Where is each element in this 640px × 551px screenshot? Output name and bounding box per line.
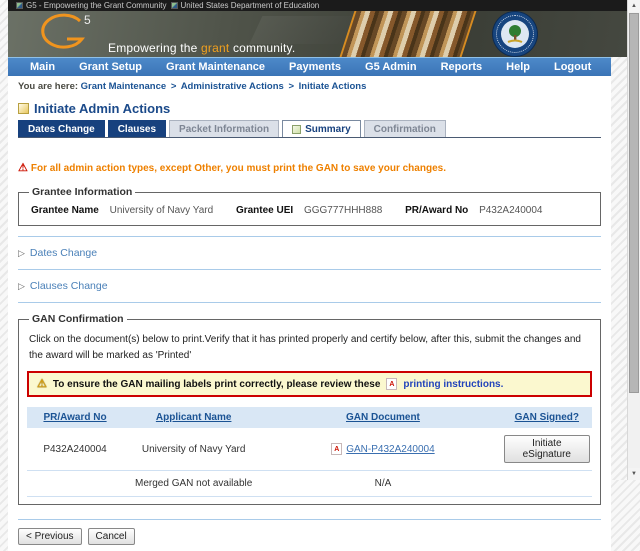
cell-award-no bbox=[27, 470, 124, 497]
cell-gan-document: N/A bbox=[264, 470, 502, 497]
col-header-applicant-name[interactable]: Applicant Name bbox=[123, 407, 265, 428]
tab-packet-information: Packet Information bbox=[169, 120, 280, 137]
previous-button[interactable]: < Previous bbox=[18, 528, 82, 545]
printing-instructions-link[interactable]: printing instructions. bbox=[403, 379, 503, 390]
admin-action-warning-text: For all admin action types, except Other… bbox=[30, 163, 446, 174]
printing-notice-text: To ensure the GAN mailing labels print c… bbox=[52, 378, 381, 390]
app-banner: 5 Empowering the grant community. bbox=[8, 11, 627, 57]
clauses-change-toggle[interactable]: ▷ Clauses Change bbox=[18, 280, 601, 292]
clauses-change-toggle-label: Clauses Change bbox=[29, 280, 108, 292]
nav-item-logout[interactable]: Logout bbox=[542, 61, 603, 73]
main-panel: Main Grant Setup Grant Maintenance Payme… bbox=[8, 57, 611, 551]
window-tab-label: G5 - Empowering the Grant Community bbox=[26, 1, 167, 10]
grantee-uei-value: GGG777HHH888 bbox=[303, 205, 383, 216]
col-header-gan-signed[interactable]: GAN Signed? bbox=[501, 407, 592, 428]
gan-document-link[interactable]: GAN-P432A240004 bbox=[346, 444, 434, 455]
cell-gan-signed: Initiate eSignature bbox=[501, 428, 592, 471]
grantee-information-row: Grantee Name University of Navy Yard Gra… bbox=[27, 201, 592, 218]
grantee-name-value: University of Navy Yard bbox=[109, 205, 214, 216]
cancel-button[interactable]: Cancel bbox=[87, 528, 135, 545]
bookshelf-image bbox=[339, 11, 477, 57]
pdf-icon[interactable]: A bbox=[386, 378, 398, 390]
banner-tagline: Empowering the grant community. bbox=[108, 41, 296, 55]
divider bbox=[18, 269, 601, 270]
table-row: P432A240004 University of Navy Yard A GA… bbox=[27, 428, 592, 471]
cell-gan-signed bbox=[501, 470, 592, 497]
main-navbar: Main Grant Setup Grant Maintenance Payme… bbox=[8, 57, 611, 76]
nav-item-g5-admin[interactable]: G5 Admin bbox=[353, 61, 429, 73]
page-title-text: Initiate Admin Actions bbox=[34, 101, 171, 116]
dates-change-toggle-label: Dates Change bbox=[29, 247, 98, 259]
grantee-uei-label: Grantee UEI bbox=[235, 205, 294, 216]
cell-gan-document: A GAN-P432A240004 bbox=[264, 428, 502, 471]
tab-strip: Dates Change Clauses Packet Information … bbox=[18, 120, 601, 138]
tab-dates-change[interactable]: Dates Change bbox=[18, 120, 105, 137]
window-tab-g5[interactable]: G5 - Empowering the Grant Community bbox=[16, 1, 167, 10]
initiate-esignature-button[interactable]: Initiate eSignature bbox=[503, 435, 590, 463]
page-title: Initiate Admin Actions bbox=[18, 101, 601, 116]
grantee-information-box: Grantee Information Grantee Name Univers… bbox=[18, 186, 601, 226]
divider bbox=[18, 519, 601, 520]
window-titlebar: G5 - Empowering the Grant Community Unit… bbox=[8, 0, 627, 11]
breadcrumb-link-grant-maintenance[interactable]: Grant Maintenance bbox=[81, 81, 167, 92]
seal-tree-icon bbox=[501, 20, 529, 48]
expand-arrow-icon: ▷ bbox=[18, 247, 25, 258]
window-tab-label: United States Department of Education bbox=[180, 1, 320, 10]
tab-confirmation: Confirmation bbox=[363, 120, 446, 137]
printing-notice-banner: ⚠ To ensure the GAN mailing labels print… bbox=[27, 371, 592, 397]
pdf-icon[interactable]: A bbox=[331, 443, 343, 456]
cell-award-no: P432A240004 bbox=[27, 428, 124, 471]
scroll-down-button[interactable]: ▼ bbox=[628, 468, 640, 480]
yellow-warning-icon: ⚠ bbox=[37, 377, 47, 390]
grantee-information-legend: Grantee Information bbox=[32, 186, 133, 198]
col-header-pr-award-no[interactable]: PR/Award No bbox=[27, 407, 124, 428]
nav-item-payments[interactable]: Payments bbox=[277, 61, 353, 73]
nav-item-reports[interactable]: Reports bbox=[429, 61, 495, 73]
dept-of-education-seal bbox=[493, 12, 537, 56]
nav-item-main[interactable]: Main bbox=[18, 61, 67, 73]
nav-item-grant-maintenance[interactable]: Grant Maintenance bbox=[154, 61, 277, 73]
dates-change-toggle[interactable]: ▷ Dates Change bbox=[18, 247, 601, 259]
pr-award-no-value: P432A240004 bbox=[479, 205, 543, 216]
app-window: G5 - Empowering the Grant Community Unit… bbox=[8, 0, 627, 551]
divider bbox=[18, 302, 601, 303]
divider bbox=[18, 236, 601, 237]
breadcrumb-link-admin-actions[interactable]: Administrative Actions bbox=[181, 81, 284, 92]
gan-confirmation-legend: GAN Confirmation bbox=[32, 313, 124, 325]
page-icon bbox=[170, 2, 178, 9]
page-content: Initiate Admin Actions Dates Change Clau… bbox=[8, 101, 611, 551]
expand-arrow-icon: ▷ bbox=[18, 280, 25, 291]
g5-logo-five: 5 bbox=[84, 13, 91, 27]
gan-documents-table: PR/Award No Applicant Name GAN Document … bbox=[27, 407, 592, 497]
breadcrumb-link-initiate-actions[interactable]: Initiate Actions bbox=[299, 81, 367, 92]
gan-confirmation-box: GAN Confirmation Click on the document(s… bbox=[18, 313, 601, 505]
nav-item-help[interactable]: Help bbox=[494, 61, 542, 73]
tab-summary[interactable]: Summary bbox=[282, 120, 361, 137]
cell-applicant-name: Merged GAN not available bbox=[123, 470, 265, 497]
admin-action-warning: ⚠ For all admin action types, except Oth… bbox=[18, 162, 601, 175]
col-header-gan-document[interactable]: GAN Document bbox=[264, 407, 502, 428]
scroll-up-button[interactable]: ▲ bbox=[628, 0, 640, 12]
table-header-row: PR/Award No Applicant Name GAN Document … bbox=[27, 407, 592, 428]
grantee-name-label: Grantee Name bbox=[31, 205, 99, 216]
red-alert-icon: ⚠ bbox=[18, 162, 28, 174]
tab-clauses[interactable]: Clauses bbox=[107, 120, 167, 137]
gan-description: Click on the document(s) below to print.… bbox=[29, 334, 581, 361]
footer-buttons: < Previous Cancel bbox=[18, 528, 601, 545]
page-title-icon bbox=[18, 103, 29, 114]
nav-item-grant-setup[interactable]: Grant Setup bbox=[67, 61, 154, 73]
scrollbar-thumb[interactable] bbox=[629, 13, 639, 393]
pr-award-no-label: PR/Award No bbox=[405, 205, 469, 216]
table-row: Merged GAN not available N/A bbox=[27, 470, 592, 497]
breadcrumb: You are here: Grant Maintenance > Admini… bbox=[8, 76, 611, 94]
window-tab-doe[interactable]: United States Department of Education bbox=[170, 1, 320, 10]
current-tab-icon bbox=[292, 125, 302, 134]
breadcrumb-separator: > bbox=[170, 81, 177, 92]
breadcrumb-label: You are here: bbox=[18, 81, 79, 92]
cell-applicant-name: University of Navy Yard bbox=[123, 428, 265, 471]
page-icon bbox=[16, 2, 23, 9]
breadcrumb-separator: > bbox=[288, 81, 295, 92]
vertical-scrollbar[interactable]: ▲ ▼ bbox=[627, 0, 640, 480]
